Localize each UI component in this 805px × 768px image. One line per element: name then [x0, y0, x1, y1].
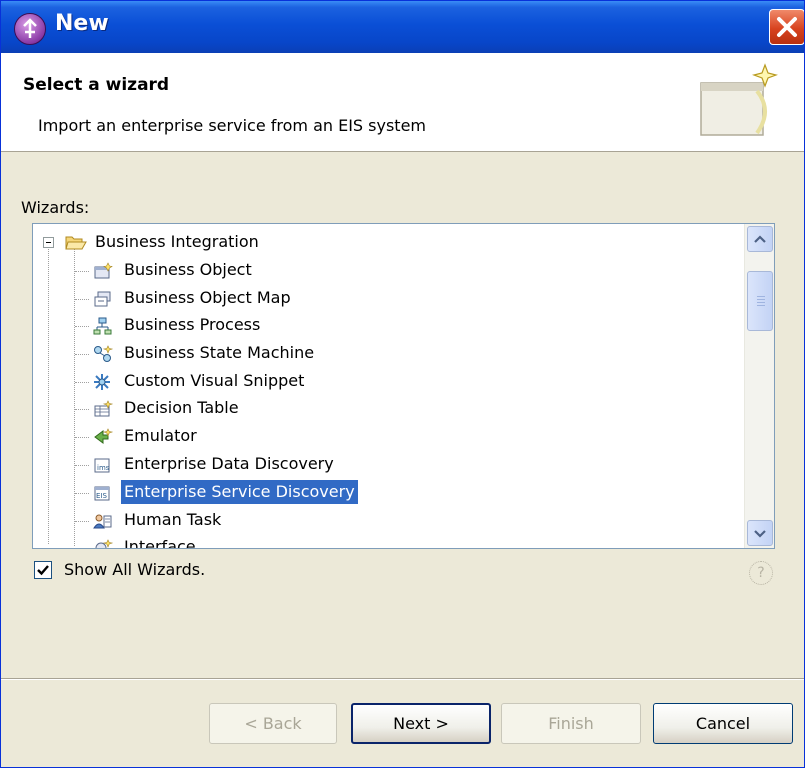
back-button[interactable]: < Back: [209, 703, 337, 744]
app-icon: [14, 13, 46, 45]
wizard-header: Select a wizard Import an enterprise ser…: [1, 53, 804, 152]
finish-button[interactable]: Finish: [501, 703, 641, 744]
tree-connector: [75, 521, 89, 522]
tree-connector: [75, 382, 89, 383]
collapse-icon[interactable]: [43, 237, 54, 248]
tree-root-label: Business Integration: [95, 232, 259, 251]
wizard-banner-icon: [695, 61, 785, 143]
business-object-map-icon: [93, 290, 113, 308]
tree-item-label: Interface: [124, 537, 196, 549]
svg-text:ims: ims: [97, 464, 110, 472]
chevron-down-icon: [754, 530, 766, 538]
tree-item-label: Decision Table: [124, 398, 239, 417]
close-icon: [777, 17, 797, 37]
tree-connector: [75, 271, 89, 272]
chevron-up-icon: [754, 235, 766, 243]
tree-item[interactable]: Custom Visual Snippet: [33, 369, 733, 395]
tree-item-label: Enterprise Data Discovery: [124, 454, 334, 473]
button-separator-highlight: [1, 679, 804, 680]
tree-item[interactable]: Business Object Map: [33, 286, 733, 312]
header-description: Import an enterprise service from an EIS…: [38, 116, 427, 135]
tree-item[interactable]: Emulator: [33, 424, 733, 450]
tree-item[interactable]: ims Enterprise Data Discovery: [33, 452, 733, 478]
tree-item[interactable]: Interface: [33, 535, 733, 549]
tree-item-label: Business Process: [124, 315, 261, 334]
tree-item-label: Human Task: [124, 510, 222, 529]
tree-item-label: Business Object Map: [124, 288, 291, 307]
emulator-icon: [93, 428, 114, 446]
business-process-icon: [93, 317, 113, 335]
help-icon[interactable]: ?: [749, 561, 773, 585]
decision-table-icon: [93, 400, 114, 418]
show-all-label: Show All Wizards.: [64, 560, 206, 579]
tree-connector: [75, 299, 89, 300]
tree-item-label: Emulator: [124, 426, 197, 445]
tree-scrollbar[interactable]: [744, 224, 774, 548]
close-button[interactable]: [769, 9, 804, 45]
tree-connector: [75, 409, 89, 410]
next-button[interactable]: Next >: [351, 703, 491, 744]
human-task-icon: [93, 512, 113, 530]
folder-open-icon: [65, 234, 87, 252]
tree-item[interactable]: EIS Enterprise Service Discovery: [33, 480, 733, 506]
header-title: Select a wizard: [23, 75, 170, 95]
tree-connector: [75, 465, 89, 466]
tree-connector: [75, 437, 89, 438]
tree-connector: [75, 548, 89, 549]
svg-text:EIS: EIS: [96, 492, 107, 500]
wizard-tree[interactable]: Business Integration Business Object Bus…: [32, 223, 775, 549]
state-machine-icon: [93, 345, 114, 363]
tree-root-business-integration[interactable]: Business Integration: [33, 230, 733, 256]
tree-connector: [75, 326, 89, 327]
tree-connector: [75, 493, 89, 494]
tree-connector: [75, 354, 89, 355]
scroll-down-button[interactable]: [747, 520, 773, 546]
show-all-checkbox[interactable]: [34, 561, 52, 579]
tree-item-label: Business Object: [124, 260, 252, 279]
visual-snippet-icon: [93, 373, 113, 391]
tree-item-label: Business State Machine: [124, 343, 315, 362]
tree-item[interactable]: Business State Machine: [33, 341, 733, 367]
tree-item[interactable]: Business Object: [33, 258, 733, 284]
window-title: New: [55, 11, 109, 36]
tree-item[interactable]: Business Process: [33, 313, 733, 339]
new-wizard-dialog: New Select a wizard Import an enterprise…: [0, 0, 805, 768]
tree-item-label: Custom Visual Snippet: [124, 371, 305, 390]
data-discovery-icon: ims: [93, 456, 113, 474]
scroll-up-button[interactable]: [747, 226, 773, 252]
tree-item[interactable]: Decision Table: [33, 396, 733, 422]
checkmark-icon: [37, 565, 49, 576]
scroll-thumb[interactable]: [747, 271, 773, 331]
tree-item-label-selected: Enterprise Service Discovery: [121, 480, 358, 504]
cancel-button[interactable]: Cancel: [653, 703, 793, 744]
eis-discovery-icon: EIS: [93, 484, 113, 502]
wizards-label: Wizards:: [21, 198, 90, 217]
interface-icon: [93, 539, 114, 548]
title-bar[interactable]: New: [1, 1, 804, 53]
business-object-icon: [93, 262, 113, 280]
tree-item[interactable]: Human Task: [33, 508, 733, 534]
